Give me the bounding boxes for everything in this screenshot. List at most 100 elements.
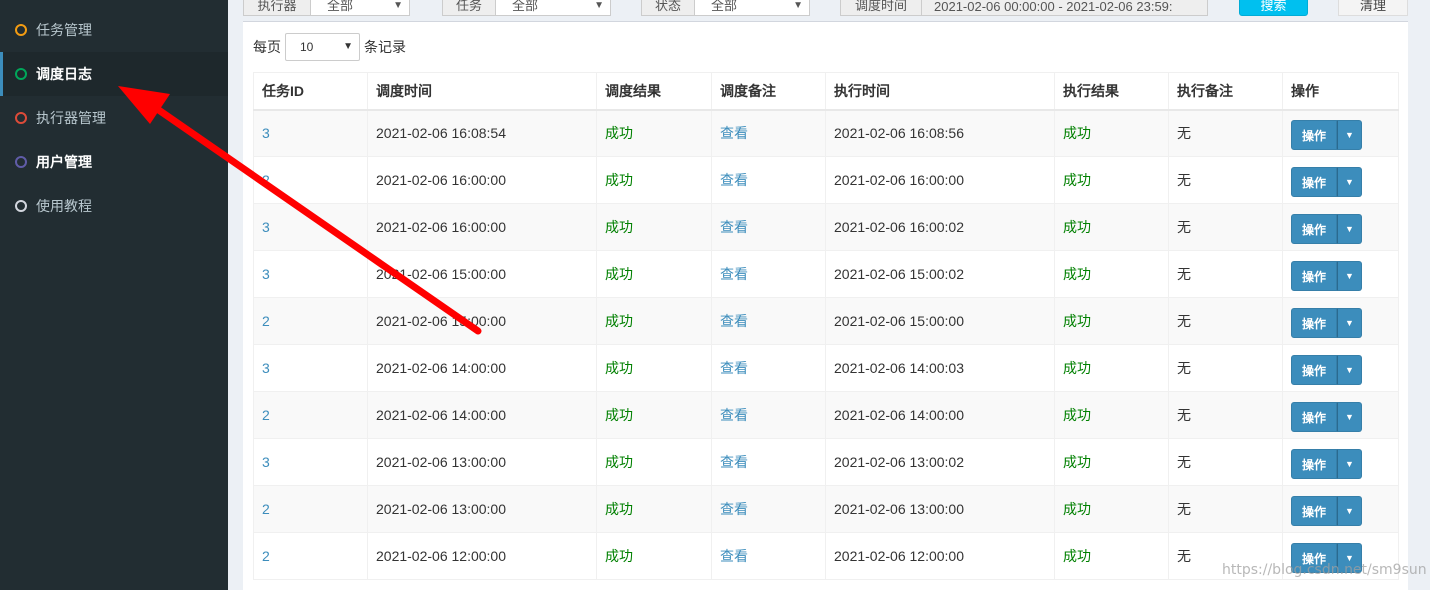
table-cell: 成功 xyxy=(596,203,712,251)
table-cell: 无 xyxy=(1168,532,1283,580)
column-header[interactable]: 调度结果 xyxy=(596,72,712,111)
clear-button[interactable]: 清理 xyxy=(1338,0,1408,16)
operation-button-group: 操作 ▼ xyxy=(1291,308,1362,338)
operation-button[interactable]: 操作 xyxy=(1291,167,1337,197)
table-cell: 操作 ▼ xyxy=(1282,250,1399,298)
circle-icon xyxy=(15,112,27,124)
table-cell: 成功 xyxy=(1054,203,1169,251)
caret-down-icon[interactable]: ▼ xyxy=(1337,449,1362,479)
handle-result-cell: 成功 xyxy=(1063,360,1091,376)
table-cell: 3 xyxy=(253,109,368,157)
trigger-msg-link[interactable]: 查看 xyxy=(720,501,748,517)
operation-button-group: 操作 ▼ xyxy=(1291,449,1362,479)
column-header[interactable]: 执行结果 xyxy=(1054,72,1169,111)
job-id-link[interactable]: 3 xyxy=(262,454,270,470)
table-cell: 2021-02-06 16:00:00 xyxy=(825,156,1055,204)
handle-msg-cell: 无 xyxy=(1177,172,1191,188)
job-id-link[interactable]: 3 xyxy=(262,219,270,235)
sidebar-item-user-manage[interactable]: 用户管理 xyxy=(0,140,228,184)
trigger-msg-link[interactable]: 查看 xyxy=(720,219,748,235)
trigger-msg-link[interactable]: 查看 xyxy=(720,407,748,423)
job-id-link[interactable]: 3 xyxy=(262,266,270,282)
job-id-link[interactable]: 3 xyxy=(262,125,270,141)
executor-select[interactable]: 全部 ▼ xyxy=(310,0,410,16)
search-button[interactable]: 搜索 xyxy=(1239,0,1308,16)
page-size-prefix: 每页 xyxy=(253,39,281,55)
trigger-msg-link[interactable]: 查看 xyxy=(720,548,748,564)
page-size-select[interactable]: 10 ▼ xyxy=(285,33,360,61)
sidebar-item-label: 用户管理 xyxy=(36,154,92,170)
sidebar-item-executor-manage[interactable]: 执行器管理 xyxy=(0,96,228,140)
table-cell: 查看 xyxy=(711,250,826,298)
operation-button[interactable]: 操作 xyxy=(1291,496,1337,526)
caret-down-icon[interactable]: ▼ xyxy=(1337,214,1362,244)
caret-down-icon[interactable]: ▼ xyxy=(1337,167,1362,197)
table-cell: 成功 xyxy=(596,250,712,298)
operation-button[interactable]: 操作 xyxy=(1291,402,1337,432)
operation-button[interactable]: 操作 xyxy=(1291,543,1337,573)
trigger-msg-link[interactable]: 查看 xyxy=(720,172,748,188)
time-range-input[interactable]: 2021-02-06 00:00:00 - 2021-02-06 23:59: xyxy=(921,0,1208,16)
caret-down-icon[interactable]: ▼ xyxy=(1337,496,1362,526)
table-cell: 成功 xyxy=(1054,297,1169,345)
handle-time-cell: 2021-02-06 15:00:02 xyxy=(834,266,964,282)
column-header[interactable]: 调度备注 xyxy=(711,72,826,111)
operation-button[interactable]: 操作 xyxy=(1291,308,1337,338)
column-header[interactable]: 执行备注 xyxy=(1168,72,1283,111)
caret-down-icon[interactable]: ▼ xyxy=(1337,543,1362,573)
job-id-link[interactable]: 2 xyxy=(262,407,270,423)
table-cell: 2021-02-06 13:00:00 xyxy=(825,485,1055,533)
operation-button[interactable]: 操作 xyxy=(1291,355,1337,385)
trigger-msg-link[interactable]: 查看 xyxy=(720,266,748,282)
handle-msg-cell: 无 xyxy=(1177,219,1191,235)
job-id-link[interactable]: 2 xyxy=(262,501,270,517)
caret-down-icon[interactable]: ▼ xyxy=(1337,120,1362,151)
status-select[interactable]: 全部 ▼ xyxy=(694,0,810,16)
table-cell: 成功 xyxy=(596,485,712,533)
caret-down-icon[interactable]: ▼ xyxy=(1337,261,1362,291)
sidebar-item-job-manage[interactable]: 任务管理 xyxy=(0,8,228,52)
operation-button[interactable]: 操作 xyxy=(1291,261,1337,291)
job-select[interactable]: 全部 ▼ xyxy=(495,0,611,16)
table-cell: 查看 xyxy=(711,532,826,580)
sidebar-item-schedule-log[interactable]: 调度日志 xyxy=(0,52,228,96)
trigger-msg-link[interactable]: 查看 xyxy=(720,313,748,329)
table-cell: 无 xyxy=(1168,250,1283,298)
table-cell: 2 xyxy=(253,156,368,204)
trigger-time-cell: 2021-02-06 13:00:00 xyxy=(376,501,506,517)
column-header[interactable]: 任务ID xyxy=(253,72,368,111)
table-cell: 2021-02-06 15:00:00 xyxy=(825,297,1055,345)
caret-down-icon[interactable]: ▼ xyxy=(1337,308,1362,338)
caret-down-icon[interactable]: ▼ xyxy=(1337,355,1362,385)
trigger-msg-link[interactable]: 查看 xyxy=(720,125,748,141)
trigger-msg-link[interactable]: 查看 xyxy=(720,454,748,470)
job-id-link[interactable]: 2 xyxy=(262,548,270,564)
sidebar-item-tutorial[interactable]: 使用教程 xyxy=(0,184,228,228)
operation-button[interactable]: 操作 xyxy=(1291,214,1337,244)
job-id-link[interactable]: 3 xyxy=(262,360,270,376)
caret-down-icon[interactable]: ▼ xyxy=(1337,402,1362,432)
column-header[interactable]: 执行时间 xyxy=(825,72,1055,111)
trigger-result-cell: 成功 xyxy=(605,501,633,517)
table-cell: 无 xyxy=(1168,438,1283,486)
column-header[interactable]: 调度时间 xyxy=(367,72,597,111)
handle-time-cell: 2021-02-06 12:00:00 xyxy=(834,548,964,564)
trigger-msg-link[interactable]: 查看 xyxy=(720,360,748,376)
log-table: 任务ID 调度时间 调度结果 调度备注 执行时间 执行结果 执行备注 操作 3 2… xyxy=(253,72,1399,580)
handle-time-cell: 2021-02-06 14:00:00 xyxy=(834,407,964,423)
table-cell: 操作 ▼ xyxy=(1282,532,1399,580)
job-id-link[interactable]: 2 xyxy=(262,172,270,188)
job-id-link[interactable]: 2 xyxy=(262,313,270,329)
table-cell: 2 xyxy=(253,297,368,345)
operation-button[interactable]: 操作 xyxy=(1291,120,1337,151)
table-row: 2 2021-02-06 14:00:00 成功 查看 2021-02-06 14:00… xyxy=(253,391,1399,439)
handle-result-cell: 成功 xyxy=(1063,407,1091,423)
trigger-time-cell: 2021-02-06 12:00:00 xyxy=(376,548,506,564)
job-label: 任务 xyxy=(442,0,496,16)
table-cell: 操作 ▼ xyxy=(1282,438,1399,486)
operation-button[interactable]: 操作 xyxy=(1291,449,1337,479)
handle-msg-cell: 无 xyxy=(1177,548,1191,564)
table-cell: 查看 xyxy=(711,297,826,345)
table-cell: 2021-02-06 16:00:00 xyxy=(367,156,597,204)
trigger-result-cell: 成功 xyxy=(605,219,633,235)
